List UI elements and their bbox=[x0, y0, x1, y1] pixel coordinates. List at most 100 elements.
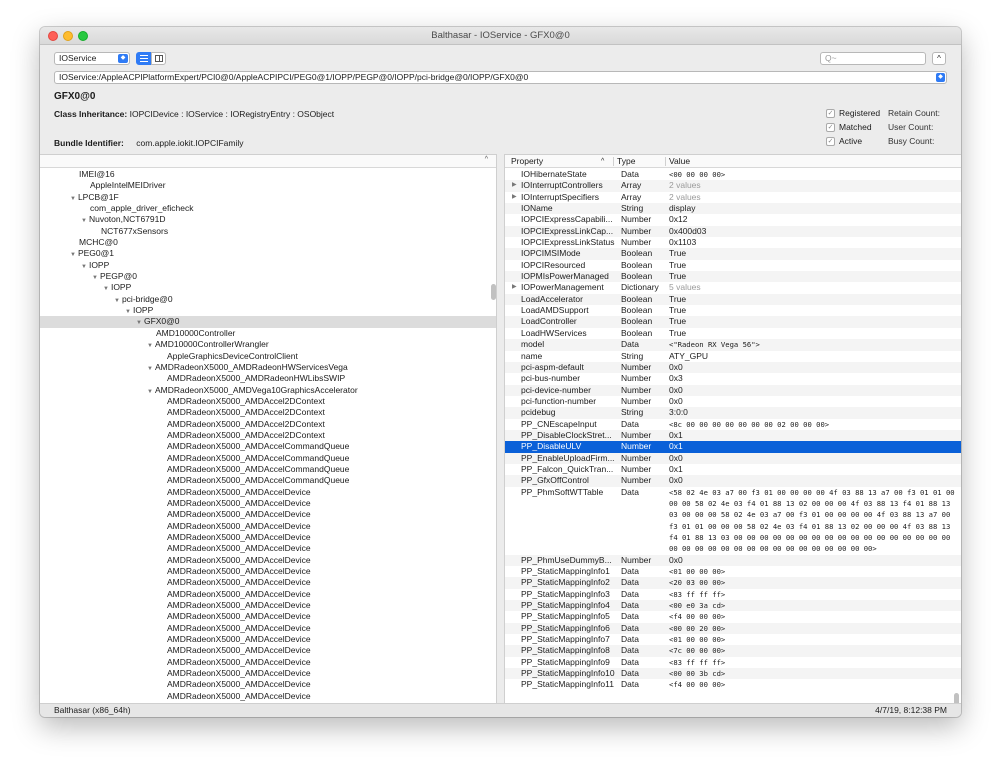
tree-row[interactable]: AMDRadeonX5000_AMDAccelDevice bbox=[40, 679, 496, 690]
tree-row[interactable]: ▼ AMDRadeonX5000_AMDRadeonHWServicesVega bbox=[40, 362, 496, 373]
tree-row[interactable]: com_apple_driver_eficheck bbox=[40, 203, 496, 214]
property-row[interactable]: LoadAccelerator Boolean True bbox=[505, 293, 961, 306]
property-row[interactable]: PP_StaticMappingInfo4 Data <00 e0 3a cd> bbox=[505, 600, 961, 612]
disclosure-triangle-icon[interactable]: ▼ bbox=[147, 343, 153, 349]
tree-row[interactable]: AMDRadeonX5000_AMDAccelDevice bbox=[40, 521, 496, 532]
search-field[interactable]: Q~ bbox=[820, 52, 926, 65]
disclosure-triangle-icon[interactable]: ▼ bbox=[103, 286, 109, 292]
property-row[interactable]: model Data <"Radeon RX Vega 56"> bbox=[505, 339, 961, 351]
property-row[interactable]: pcidebug String 3:0:0 bbox=[505, 407, 961, 419]
property-row[interactable]: PP_EnableUploadFirm... Number 0x0 bbox=[505, 452, 961, 464]
disclosure-triangle-icon[interactable]: ▼ bbox=[81, 218, 87, 224]
property-row[interactable]: PP_StaticMappingInfo7 Data <01 00 00 00> bbox=[505, 634, 961, 645]
tree-row[interactable]: AMDRadeonX5000_AMDAccelDevice bbox=[40, 600, 496, 611]
column-header-property[interactable]: Property bbox=[511, 156, 543, 167]
property-row[interactable]: ▶ IOPowerManagement Dictionary 5 values bbox=[505, 282, 961, 293]
property-row[interactable]: pci-device-number Number 0x0 bbox=[505, 384, 961, 396]
tree-row[interactable]: ▼ LPCB@1F bbox=[40, 192, 496, 203]
tree-row[interactable]: AMDRadeonX5000_AMDAccel2DContext bbox=[40, 419, 496, 430]
property-row[interactable]: PP_GfxOffControl Number 0x0 bbox=[505, 475, 961, 487]
tree-row[interactable]: AMDRadeonX5000_AMDAccelDevice bbox=[40, 566, 496, 577]
tree-row[interactable]: AMDRadeonX5000_AMDAccelDevice bbox=[40, 589, 496, 600]
property-row[interactable]: PP_DisableClockStret... Number 0x1 bbox=[505, 429, 961, 442]
tree-row[interactable]: AMDRadeonX5000_AMDAccelDevice bbox=[40, 611, 496, 622]
property-row[interactable]: pci-aspm-default Number 0x0 bbox=[505, 361, 961, 374]
disclosure-triangle-icon[interactable]: ▼ bbox=[125, 309, 131, 315]
property-row[interactable]: PP_StaticMappingInfo6 Data <00 00 20 00> bbox=[505, 622, 961, 635]
tree-row[interactable]: AMDRadeonX5000_AMDAccelDevice bbox=[40, 623, 496, 634]
tree-row[interactable]: AMDRadeonX5000_AMDAccelDevice bbox=[40, 634, 496, 645]
property-row[interactable]: LoadHWServices Boolean True bbox=[505, 328, 961, 339]
split-view-divider[interactable] bbox=[496, 154, 505, 703]
disclosure-triangle-icon[interactable]: ▼ bbox=[81, 264, 87, 270]
tree-row[interactable]: AMDRadeonX5000_AMDAccelDevice bbox=[40, 691, 496, 702]
tree-row[interactable]: ▼ PEGP@0 bbox=[40, 271, 496, 282]
tree-row[interactable]: AppleIntelMEIDriver bbox=[40, 180, 496, 191]
property-row[interactable]: PP_Falcon_QuickTran... Number 0x1 bbox=[505, 464, 961, 475]
registry-tree-pane[interactable]: ^ IMEI@16 AppleIntelMEIDriver ▼ LPCB@1F com_… bbox=[40, 154, 496, 703]
property-row[interactable]: IOPCIMSIMode Boolean True bbox=[505, 248, 961, 260]
tree-row[interactable]: AMDRadeonX5000_AMDAccelCommandQueue bbox=[40, 441, 496, 452]
property-row[interactable]: PP_DisableULV Number 0x1 bbox=[505, 441, 961, 453]
property-row[interactable]: IOPCIExpressCapabili... Number 0x12 bbox=[505, 214, 961, 225]
properties-pane[interactable]: Property ^ Type Value IOHibernateState Da… bbox=[505, 154, 961, 703]
tree-row[interactable]: ▼ IOPP bbox=[40, 282, 496, 293]
disclosure-triangle-icon[interactable]: ▼ bbox=[136, 320, 142, 326]
path-popup[interactable]: IOService:/AppleACPIPlatformExpert/PCI0@… bbox=[54, 71, 947, 84]
property-row[interactable]: IOPCIExpressLinkStatus Number 0x1103 bbox=[505, 237, 961, 248]
tree-row[interactable]: NCT677xSensors bbox=[40, 226, 496, 237]
column-separator[interactable] bbox=[613, 157, 614, 166]
tree-row[interactable]: AMDRadeonX5000_AMDAccelDevice bbox=[40, 509, 496, 520]
tree-row[interactable]: AMDRadeonX5000_AMDAccelDevice bbox=[40, 668, 496, 679]
property-row[interactable]: PP_PhmUseDummyB... Number 0x0 bbox=[505, 554, 961, 566]
tree-row[interactable]: AMDRadeonX5000_AMDAccelDevice bbox=[40, 645, 496, 656]
properties-table[interactable]: IOHibernateState Data <00 00 00 00> ▶ IOInte… bbox=[505, 169, 961, 691]
tree-row[interactable]: AMDRadeonX5000_AMDAccelDevice bbox=[40, 498, 496, 509]
property-row[interactable]: pci-function-number Number 0x0 bbox=[505, 396, 961, 407]
property-row[interactable]: ▶ IOInterruptControllers Array 2 values bbox=[505, 180, 961, 192]
tree-row[interactable]: ▼ pci-bridge@0 bbox=[40, 294, 496, 305]
column-header-type[interactable]: Type bbox=[617, 156, 635, 167]
property-row[interactable]: LoadAMDSupport Boolean True bbox=[505, 305, 961, 316]
tree-row[interactable]: AMD10000Controller bbox=[40, 328, 496, 339]
tree-row[interactable]: ▼ PEG0@1 bbox=[40, 248, 496, 259]
property-row[interactable]: LoadController Boolean True bbox=[505, 316, 961, 328]
property-row[interactable]: PP_CNEscapeInput Data <8c 00 00 00 00 00 0… bbox=[505, 419, 961, 430]
registry-tree[interactable]: IMEI@16 AppleIntelMEIDriver ▼ LPCB@1F com_ap… bbox=[40, 169, 496, 703]
property-row[interactable]: PP_PhmSoftWTTable Data <58 02 4e 03 a7 00 … bbox=[505, 487, 961, 555]
disclosure-triangle-icon[interactable]: ▼ bbox=[147, 389, 153, 395]
disclosure-triangle-icon[interactable]: ▼ bbox=[147, 366, 153, 372]
tree-row[interactable]: AMDRadeonX5000_AMDAccelCommandQueue bbox=[40, 464, 496, 475]
tree-row[interactable]: AMDRadeonX5000_AMDAccelDevice bbox=[40, 487, 496, 498]
column-view-button[interactable] bbox=[151, 52, 166, 65]
tree-row[interactable]: AMDRadeonX5000_AMDAccelDevice bbox=[40, 555, 496, 566]
property-row[interactable]: IOHibernateState Data <00 00 00 00> bbox=[505, 169, 961, 180]
tree-row[interactable]: ▼ AMD10000ControllerWrangler bbox=[40, 339, 496, 350]
property-row[interactable]: PP_StaticMappingInfo2 Data <20 03 00 00> bbox=[505, 577, 961, 589]
tree-row[interactable]: AMDRadeonX5000_AMDAccelDevice bbox=[40, 543, 496, 554]
tree-row[interactable]: MCHC@0 bbox=[40, 237, 496, 248]
tree-row[interactable]: AppleGraphicsDeviceControlClient bbox=[40, 351, 496, 362]
disclosure-triangle-icon[interactable]: ▶ bbox=[512, 282, 517, 293]
tree-row[interactable]: AMDRadeonX5000_AMDRadeonHWLibsSWIP bbox=[40, 373, 496, 384]
column-separator[interactable] bbox=[665, 157, 666, 166]
tree-row[interactable]: ▼ GFX0@0 bbox=[40, 316, 496, 328]
disclosure-triangle-icon[interactable]: ▶ bbox=[512, 180, 517, 191]
tree-row[interactable]: AMDRadeonX5000_AMDAccelCommandQueue bbox=[40, 475, 496, 486]
tree-row[interactable]: AMDRadeonX5000_AMDAccelDevice bbox=[40, 532, 496, 543]
disclosure-triangle-icon[interactable]: ▼ bbox=[70, 196, 76, 202]
property-row[interactable]: PP_StaticMappingInfo10 Data <00 00 3b cd> bbox=[505, 668, 961, 680]
tree-row[interactable]: AMDRadeonX5000_AMDAccelCommandQueue bbox=[40, 453, 496, 464]
tree-row[interactable]: AMDRadeonX5000_AMDAccelDevice bbox=[40, 577, 496, 588]
tree-row[interactable]: ▼ IOPP bbox=[40, 260, 496, 271]
property-row[interactable]: ▶ IOInterruptSpecifiers Array 2 values bbox=[505, 192, 961, 203]
property-row[interactable]: IOName String display bbox=[505, 203, 961, 215]
tree-row[interactable]: ▼ IOPP bbox=[40, 305, 496, 316]
tree-row[interactable]: AMDRadeonX5000_AMDAccel2DContext bbox=[40, 407, 496, 418]
tree-row[interactable]: ▼ Nuvoton,NCT6791D bbox=[40, 214, 496, 225]
column-header-value[interactable]: Value bbox=[669, 156, 690, 167]
properties-scrollbar-thumb[interactable] bbox=[954, 693, 959, 703]
title-bar[interactable]: Balthasar - IOService - GFX0@0 bbox=[40, 27, 961, 45]
tree-row[interactable]: AMDRadeonX5000_AMDAccel2DContext bbox=[40, 396, 496, 407]
property-row[interactable]: PP_StaticMappingInfo1 Data <01 00 00 00> bbox=[505, 566, 961, 577]
